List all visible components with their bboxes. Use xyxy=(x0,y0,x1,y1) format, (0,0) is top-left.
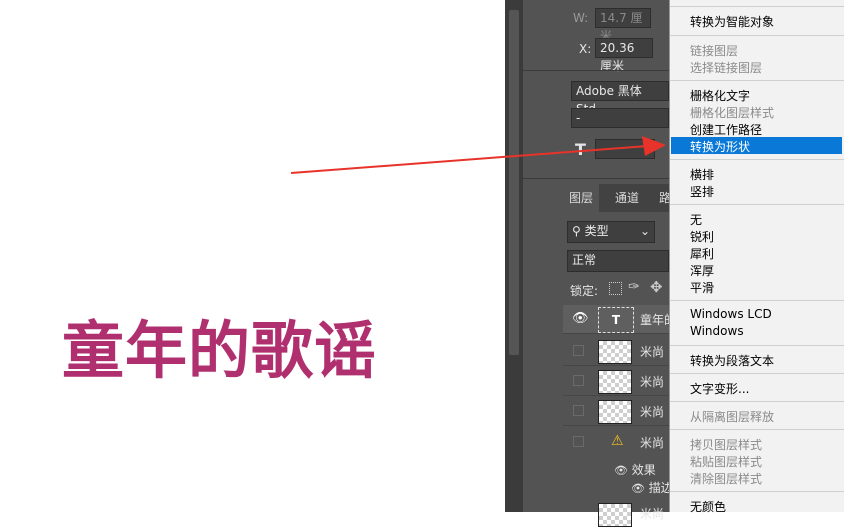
menu-item-aa-crisp[interactable]: 犀利 xyxy=(690,245,714,262)
layer-name[interactable]: 米尚 xyxy=(640,343,664,360)
menu-item-windows-lcd[interactable]: Windows LCD xyxy=(690,307,772,321)
menu-item-select-linked-layers[interactable]: 选择链接图层 xyxy=(690,59,762,76)
menu-item-no-color[interactable]: 无颜色 xyxy=(690,498,726,515)
layer-thumbnail xyxy=(598,340,632,364)
lock-move-icon[interactable]: ✥ xyxy=(650,278,663,296)
effect-item-row[interactable]: 👁 描边 xyxy=(631,479,673,496)
layer-row[interactable]: ⚠ 米尚 xyxy=(563,428,669,456)
menu-separator xyxy=(670,6,844,7)
layer-name[interactable]: 米尚 xyxy=(640,403,664,420)
eye-icon[interactable]: 👁 xyxy=(631,482,645,495)
text-layer-thumbnail: T xyxy=(598,307,634,333)
visibility-toggle[interactable] xyxy=(573,436,584,447)
menu-separator xyxy=(670,204,844,205)
menu-separator xyxy=(670,159,844,160)
font-size-field[interactable] xyxy=(595,139,655,159)
blend-mode-select[interactable]: 正常 xyxy=(567,250,669,272)
text-size-icon: T xyxy=(575,140,586,159)
menu-separator xyxy=(670,401,844,402)
menu-item-create-work-path[interactable]: 创建工作路径 xyxy=(690,121,762,138)
layer-row[interactable]: 米尚 xyxy=(563,499,669,527)
tab-layers[interactable]: 图层 xyxy=(563,184,600,212)
menu-item-aa-smooth[interactable]: 平滑 xyxy=(690,279,714,296)
menu-item-paste-layer-style[interactable]: 粘贴图层样式 xyxy=(690,453,762,470)
document-canvas[interactable]: 童年的歌谣 xyxy=(0,0,505,512)
layer-row[interactable]: 米尚 xyxy=(563,367,669,396)
menu-separator xyxy=(670,300,844,301)
layer-name[interactable]: 米尚 xyxy=(640,373,664,390)
menu-separator xyxy=(670,345,844,346)
menu-separator xyxy=(670,373,844,374)
menu-item-convert-smart-object[interactable]: 转换为智能对象 xyxy=(690,13,774,30)
effects-row[interactable]: 👁 效果 xyxy=(614,461,656,478)
layers-tabbar: 图层 通道 路 xyxy=(563,184,671,212)
menu-item-windows[interactable]: Windows xyxy=(690,324,744,338)
panel-divider xyxy=(523,70,669,71)
menu-item-warp-text[interactable]: 文字变形... xyxy=(690,380,749,397)
panel-divider xyxy=(523,178,669,179)
menu-item-convert-to-shape[interactable]: 转换为形状 xyxy=(690,138,750,155)
menu-item-clear-layer-style[interactable]: 清除图层样式 xyxy=(690,470,762,487)
lock-transparency-icon[interactable] xyxy=(609,282,622,295)
font-family-select[interactable]: Adobe 黑体 Std xyxy=(571,81,669,116)
width-label: W: xyxy=(573,11,589,25)
canvas-text-layer[interactable]: 童年的歌谣 xyxy=(62,300,377,390)
menu-item-aa-strong[interactable]: 浑厚 xyxy=(690,262,714,279)
effects-label: 效果 xyxy=(631,463,656,477)
menu-item-convert-paragraph-text[interactable]: 转换为段落文本 xyxy=(690,352,774,369)
menu-item-release-isolation[interactable]: 从隔离图层释放 xyxy=(690,408,774,425)
layer-row[interactable]: 👁 T 童年的 xyxy=(563,305,676,334)
menu-separator xyxy=(670,35,844,36)
layer-thumbnail xyxy=(598,370,632,394)
menu-separator xyxy=(670,80,844,81)
layer-thumbnail xyxy=(598,503,632,527)
menu-item-aa-none[interactable]: 无 xyxy=(690,211,702,228)
canvas-scrollbar[interactable] xyxy=(509,10,519,355)
x-label: X: xyxy=(579,42,592,56)
eye-icon[interactable]: 👁 xyxy=(572,311,589,326)
visibility-toggle[interactable] xyxy=(573,345,584,356)
menu-item-copy-layer-style[interactable]: 拷贝图层样式 xyxy=(690,436,762,453)
context-menu: 转换为智能对象 链接图层 选择链接图层 栅格化文字 栅格化图层样式 创建工作路径… xyxy=(669,0,844,515)
search-icon: ⚲ xyxy=(572,224,581,238)
menu-item-rasterize-type[interactable]: 栅格化文字 xyxy=(690,87,750,104)
layer-thumbnail xyxy=(598,400,632,424)
x-field[interactable]: 20.36 厘米 xyxy=(595,38,653,73)
filter-label: 类型 xyxy=(584,224,609,238)
menu-separator xyxy=(670,429,844,430)
menu-item-vertical[interactable]: 竖排 xyxy=(690,183,714,200)
warning-icon: ⚠ xyxy=(611,433,624,449)
layer-name[interactable]: 米尚 xyxy=(640,505,664,522)
chevron-down-icon: ⌄ xyxy=(639,224,650,238)
lock-label: 锁定: xyxy=(570,284,599,298)
layer-name[interactable]: 米尚 xyxy=(640,434,664,451)
visibility-toggle[interactable] xyxy=(573,405,584,416)
layer-row[interactable]: 米尚 xyxy=(563,337,669,366)
menu-item-horizontal[interactable]: 横排 xyxy=(690,166,714,183)
menu-item-aa-sharp[interactable]: 锐利 xyxy=(690,228,714,245)
layer-filter-select[interactable]: ⚲ 类型 ⌄ xyxy=(567,221,655,243)
layer-row[interactable]: 米尚 xyxy=(563,397,669,426)
lock-brush-icon[interactable]: ✑ xyxy=(628,279,640,295)
eye-icon[interactable]: 👁 xyxy=(614,464,628,477)
visibility-toggle[interactable] xyxy=(573,375,584,386)
width-field[interactable]: 14.7 厘米 xyxy=(595,8,651,43)
menu-item-link-layers[interactable]: 链接图层 xyxy=(690,42,738,59)
font-style-select[interactable]: - xyxy=(571,108,669,128)
menu-separator xyxy=(670,491,844,492)
tab-channels[interactable]: 通道 xyxy=(609,184,645,212)
menu-item-rasterize-layer-style[interactable]: 栅格化图层样式 xyxy=(690,104,774,121)
